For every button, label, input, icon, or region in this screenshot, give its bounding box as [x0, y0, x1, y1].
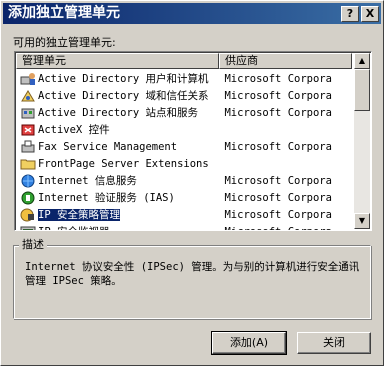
column-header-snapin[interactable]: 管理单元 [16, 53, 219, 69]
list-item[interactable]: Internet 验证服务 (IAS) Microsoft Corpora [16, 189, 352, 206]
add-button[interactable]: 添加(A) [211, 331, 287, 355]
list-item[interactable]: FrontPage Server Extensions [16, 155, 352, 172]
ad-sites-icon [20, 106, 36, 120]
iis-icon [20, 174, 36, 188]
list-item[interactable]: Fax Service Management Microsoft Corpora [16, 138, 352, 155]
list-item-name: Active Directory 站点和服务 [38, 107, 198, 119]
list-item-vendor: Microsoft Corpora [224, 106, 332, 119]
vertical-scrollbar[interactable]: ▲ ▼ [354, 53, 370, 229]
scroll-down-button[interactable]: ▼ [354, 213, 370, 229]
fax-icon [20, 140, 36, 154]
list-item[interactable]: Internet 信息服务 Microsoft Corpora [16, 172, 352, 189]
list-item[interactable]: ActiveX 控件 [16, 121, 352, 138]
list-item-name: Internet 信息服务 [38, 175, 137, 187]
list-item-name: Internet 验证服务 (IAS) [38, 192, 175, 204]
ipsec-icon [20, 208, 36, 222]
list-item[interactable]: IP 安全策略管理 Microsoft Corpora [16, 206, 352, 223]
close-icon[interactable]: X [361, 6, 379, 22]
help-button[interactable]: ? [341, 6, 359, 22]
description-text: Internet 协议安全性 (IPSec) 管理。为与别的计算机进行安全通讯管… [25, 261, 360, 287]
list-item-vendor: Microsoft Corpora [224, 89, 332, 102]
ad-users-icon [20, 72, 36, 86]
scroll-up-button[interactable]: ▲ [354, 53, 370, 69]
list-item-vendor: Microsoft Corpora [218, 226, 352, 231]
activex-icon [20, 123, 36, 137]
list-item-vendor: Microsoft Corpora [224, 174, 332, 187]
list-header: 管理单元 供应商 [16, 53, 352, 69]
ad-domains-icon [20, 89, 36, 103]
list-item[interactable]: IP 安全监视器Microsoft Corpora [16, 223, 352, 231]
list-item-name: IP 安全监视器 [38, 224, 218, 230]
list-item-vendor: Microsoft Corpora [224, 208, 332, 221]
title-bar[interactable]: 添加独立管理单元 ? X [3, 3, 381, 24]
dialog-window: 添加独立管理单元 ? X 可用的独立管理单元: 管理单元 供应商 Active … [0, 0, 384, 366]
list-item-vendor: Microsoft Corpora [224, 191, 332, 204]
ias-icon [20, 191, 36, 205]
description-title: 描述 [19, 238, 47, 252]
window-title: 添加独立管理单元 [8, 5, 120, 21]
close-button[interactable]: 关闭 [297, 332, 371, 354]
list-item[interactable]: Active Directory 域和信任关系 Microsoft Corpora [16, 87, 352, 104]
list-item-name: FrontPage Server Extensions [38, 157, 209, 170]
folder-icon [20, 157, 36, 171]
column-header-vendor[interactable]: 供应商 [219, 53, 352, 69]
list-item-name: Fax Service Management [38, 140, 178, 153]
ip-monitor-icon [20, 225, 36, 230]
snapin-list[interactable]: 管理单元 供应商 Active Directory 用户和计算机 Microsof… [14, 51, 372, 231]
available-snapins-label: 可用的独立管理单元: [13, 36, 116, 49]
list-item-name: IP 安全策略管理 [38, 209, 120, 221]
list-item-name: Active Directory 用户和计算机 [38, 73, 209, 85]
scroll-thumb[interactable] [354, 69, 370, 111]
list-rows: Active Directory 用户和计算机 Microsoft Corpora… [16, 70, 352, 231]
list-item-name: ActiveX 控件 [38, 124, 110, 136]
list-item-name: Active Directory 域和信任关系 [38, 90, 209, 102]
list-item-vendor: Microsoft Corpora [224, 72, 332, 85]
list-item[interactable]: Active Directory 用户和计算机 Microsoft Corpora [16, 70, 352, 87]
list-item-vendor: Microsoft Corpora [224, 140, 332, 153]
list-item[interactable]: Active Directory 站点和服务 Microsoft Corpora [16, 104, 352, 121]
